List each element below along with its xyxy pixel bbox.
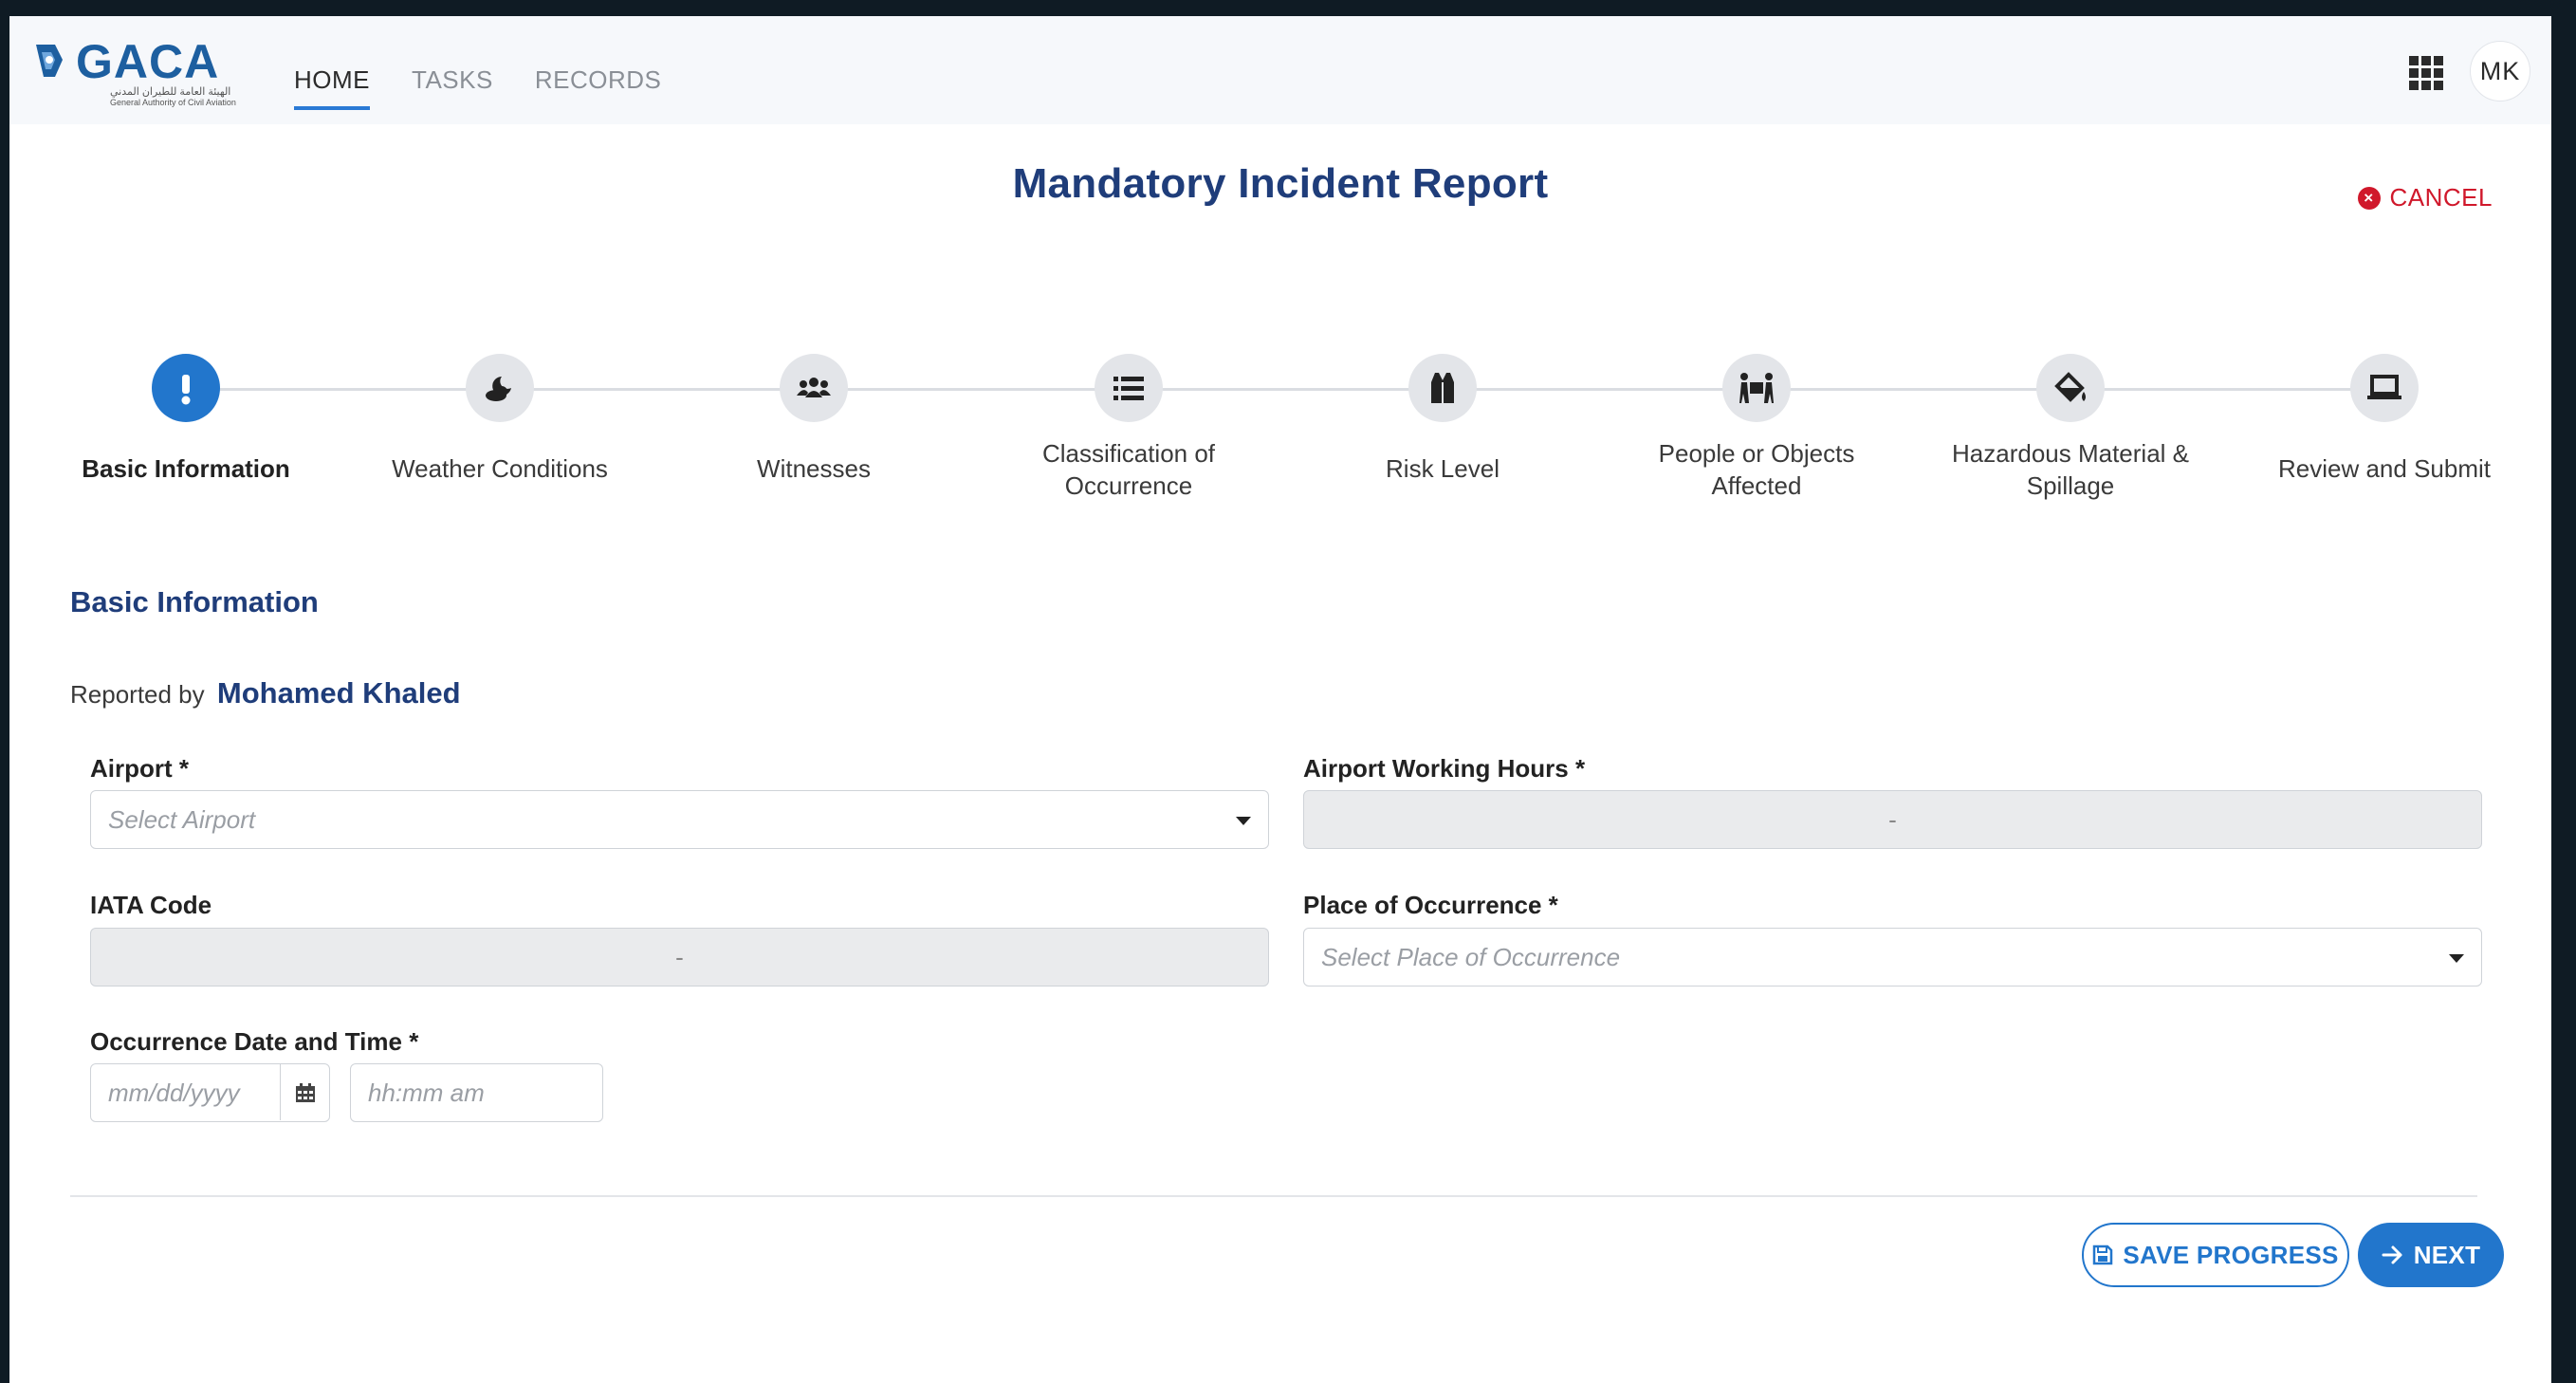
user-avatar[interactable]: MK	[2470, 41, 2530, 101]
place-placeholder: Select Place of Occurrence	[1321, 942, 1621, 971]
reporter-name: Mohamed Khaled	[216, 676, 461, 710]
grid-icon[interactable]	[2407, 54, 2445, 92]
working-hours-value: -	[1888, 804, 1897, 834]
logo-english-text: General Authority of Civil Aviation	[110, 98, 236, 107]
weather-icon	[486, 377, 511, 401]
datetime-label: Occurrence Date and Time *	[90, 1027, 419, 1056]
arrow-right-icon	[2382, 1245, 2402, 1264]
airport-label: Airport *	[90, 754, 189, 783]
step-witnesses[interactable]: Witnesses	[681, 354, 947, 485]
step-label: Classification of Occurrence	[1041, 439, 1216, 500]
working-hours-field: -	[1303, 790, 2482, 849]
step-risk-level[interactable]: Risk Level	[1310, 354, 1575, 485]
step-label: Witnesses	[757, 454, 871, 483]
nav-tasks[interactable]: TASKS	[412, 50, 493, 110]
chevron-down-icon	[1236, 817, 1251, 825]
next-button[interactable]: NEXT	[2358, 1223, 2504, 1287]
place-label: Place of Occurrence *	[1303, 891, 1558, 919]
logo-arabic-text: الهيئة العامة للطيران المدني	[110, 86, 231, 98]
date-input[interactable]: mm/dd/yyyy	[90, 1063, 330, 1122]
step-label: Basic Information	[82, 454, 290, 483]
step-label: Hazardous Material & Spillage	[1952, 439, 2189, 500]
gaca-logo[interactable]: GACA الهيئة العامة للطيران المدني Genera…	[34, 33, 239, 107]
step-icon-circle	[2350, 354, 2419, 422]
reported-by-label: Reported by	[70, 680, 205, 709]
main-nav: HOME TASKS RECORDS	[294, 50, 703, 110]
vest-icon	[1431, 373, 1454, 403]
airport-select[interactable]: Select Airport	[90, 790, 1269, 849]
logo-wordmark: GACA	[76, 35, 220, 88]
exclamation-icon	[181, 375, 191, 405]
step-review-and-submit[interactable]: Review and Submit	[2252, 354, 2517, 485]
calendar-icon[interactable]	[280, 1064, 329, 1120]
progress-stepper: Basic Information Weather Conditions Wit…	[9, 354, 2551, 506]
calendar-glyph	[295, 1082, 315, 1102]
next-label: NEXT	[2413, 1240, 2481, 1269]
save-progress-label: SAVE PROGRESS	[2123, 1240, 2339, 1269]
time-input[interactable]: hh:mm am	[350, 1063, 603, 1122]
chevron-down-icon	[2449, 954, 2464, 963]
step-icon-circle	[1095, 354, 1163, 422]
step-icon-circle	[1408, 354, 1477, 422]
step-basic-information[interactable]: Basic Information	[53, 354, 319, 485]
step-label: Risk Level	[1386, 454, 1500, 483]
fill-drip-icon	[2054, 372, 2086, 402]
top-bar: GACA الهيئة العامة للطيران المدني Genera…	[9, 16, 2551, 124]
page-title: Mandatory Incident Report	[1012, 160, 1549, 207]
step-icon-circle	[152, 354, 220, 422]
close-circle-icon: ×	[2357, 186, 2381, 210]
cancel-label: CANCEL	[2389, 183, 2493, 212]
step-label: Review and Submit	[2278, 454, 2491, 483]
iata-label: IATA Code	[90, 891, 212, 919]
users-icon	[797, 378, 831, 397]
step-weather-conditions[interactable]: Weather Conditions	[367, 354, 633, 485]
working-hours-label: Airport Working Hours *	[1303, 754, 1586, 783]
laptop-icon	[2367, 375, 2401, 399]
step-hazardous-material-spillage[interactable]: Hazardous Material & Spillage	[1938, 354, 2203, 502]
save-icon	[2093, 1245, 2113, 1265]
app-window: GACA الهيئة العامة للطيران المدني Genera…	[9, 16, 2551, 1383]
iata-field: -	[90, 928, 1269, 987]
nav-records[interactable]: RECORDS	[535, 50, 662, 110]
step-label: People or Objects Affected	[1658, 439, 1855, 500]
reported-by: Reported by Mohamed Khaled	[70, 676, 461, 710]
airport-placeholder: Select Airport	[108, 804, 256, 834]
cancel-button[interactable]: × CANCEL	[2357, 183, 2493, 212]
nav-home[interactable]: HOME	[294, 50, 370, 110]
step-people-or-objects-affected[interactable]: People or Objects Affected	[1624, 354, 1889, 502]
step-icon-circle	[2036, 354, 2105, 422]
step-icon-circle	[466, 354, 534, 422]
step-icon-circle	[780, 354, 848, 422]
date-placeholder: mm/dd/yyyy	[108, 1078, 240, 1107]
step-icon-circle	[1722, 354, 1791, 422]
save-progress-button[interactable]: SAVE PROGRESS	[2082, 1223, 2349, 1287]
iata-value: -	[675, 942, 684, 971]
step-label: Weather Conditions	[392, 454, 608, 483]
people-carry-icon	[1739, 373, 1774, 403]
step-classification-of-occurrence[interactable]: Classification of Occurrence	[996, 354, 1261, 502]
section-title: Basic Information	[70, 585, 319, 618]
footer-divider	[70, 1195, 2477, 1197]
list-icon	[1113, 377, 1144, 400]
place-select[interactable]: Select Place of Occurrence	[1303, 928, 2482, 987]
time-placeholder: hh:mm am	[368, 1078, 485, 1107]
